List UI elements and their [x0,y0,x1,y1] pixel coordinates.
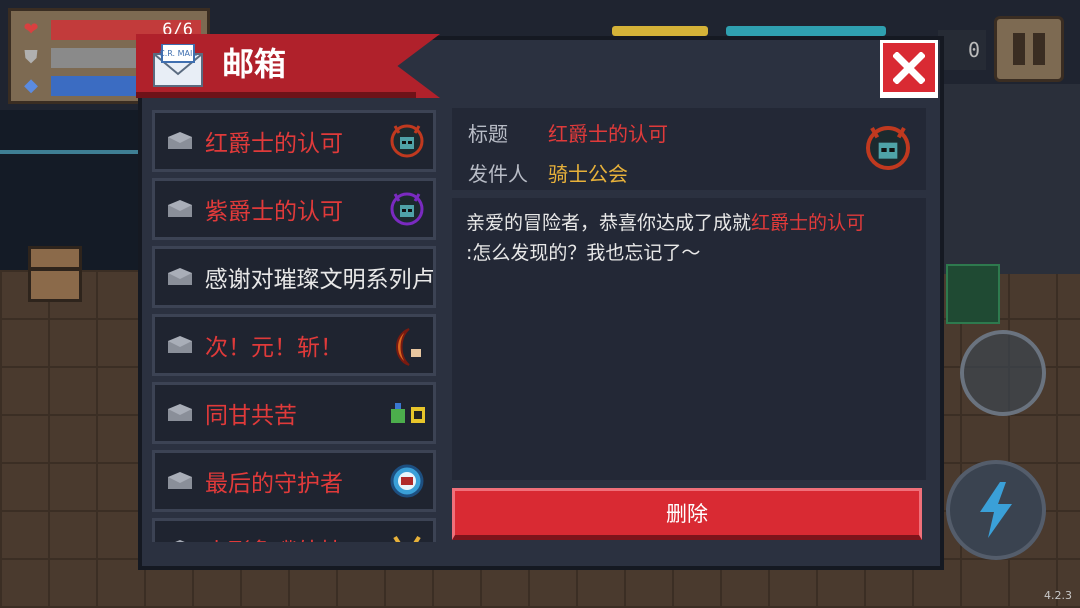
mail-body-text: 亲爱的冒险者，恭喜你达成了成就红爵士的认可 :怎么发现的？我也忘记了～ [466,208,916,268]
envelope-icon [155,336,205,354]
envelope-icon [155,132,205,150]
pause-button[interactable] [994,16,1064,82]
boss-bar-cyan [726,26,886,36]
mail-item-title: 紫爵士的认可 [205,199,343,225]
version-label: 4.2.3 [1044,589,1072,602]
mail-item[interactable]: 紫爵士的认可 [152,178,436,240]
title-label: 标题 [468,122,508,146]
mail-item[interactable]: 感谢对璀璨文明系列卢 [152,246,436,308]
banner-shadow [136,92,416,98]
mail-item-title: 感谢对璀璨文明系列卢 [204,267,433,293]
mail-item[interactable]: 红爵士的认可 [152,110,436,172]
mail-item[interactable]: 次！元！斩！ [152,314,436,376]
pause-icon-bar [1033,33,1045,65]
horns-icon [389,531,425,542]
body-suffix: :怎么发现的？我也忘记了～ [466,242,701,264]
mail-item-title: 最后的守护者 [205,471,343,497]
lightning-icon [980,482,1012,538]
wall-light [0,150,140,154]
mail-envelope-icon: C.R. MAIL [152,43,204,88]
mail-item-title: 红爵士的认可 [205,131,343,157]
red-knight-helmet-icon [864,124,912,176]
envelope-icon [155,540,205,542]
envelope-icon [155,268,205,286]
skill-button[interactable] [946,460,1046,560]
crescent-blade-icon [389,327,425,366]
mail-detail-body: 亲爱的冒险者，恭喜你达成了成就红爵士的认可 :怎么发现的？我也忘记了～ [452,198,926,480]
red-knight-helmet-icon [389,123,425,159]
diamond-icon: ◆ [24,75,38,96]
pause-icon [1013,33,1025,65]
body-prefix: 亲爱的冒险者，恭喜你达成了成就 [466,212,752,234]
close-button[interactable] [880,40,938,98]
side-structure [940,84,1080,274]
mail-detail-header: 标题 红爵士的认可 发件人 骑士公会 [452,108,926,190]
purple-knight-helmet-icon [389,191,425,227]
dialog-title: 邮箱 [222,45,287,83]
pets-icon [389,395,425,431]
close-icon [893,51,925,84]
envelope-icon [155,404,205,422]
boss-bar-yellow [612,26,708,36]
delete-button[interactable]: 删除 [452,488,922,540]
shield-icon: ⛊ [24,47,38,68]
mail-item-title: 同甘共苦 [205,403,297,429]
mail-item[interactable]: 小形象嘴外挂 [152,518,436,542]
green-vending-machine [946,264,1000,324]
guardian-orb-icon [389,463,425,499]
mail-item[interactable]: 同甘共苦 [152,382,436,444]
sender-value: 骑士公会 [548,162,628,186]
weapon-button[interactable] [960,330,1046,416]
mail-item-title: 小形象嘴外挂 [205,532,385,542]
body-highlight: 红爵士的认可 [751,212,866,234]
treasure-chest [28,246,82,302]
mail-item-title: 次！元！斩！ [205,335,343,361]
sender-label: 发件人 [468,162,528,186]
mail-item[interactable]: 最后的守护者 [152,450,436,512]
heart-icon: ❤ [23,19,39,40]
title-value: 红爵士的认可 [548,122,668,146]
envelope-icon [155,200,205,218]
envelope-icon [155,472,205,490]
svg-text:C.R. MAIL: C.R. MAIL [159,49,197,58]
coin-counter: 0 [938,30,986,70]
mail-list[interactable]: 红爵士的认可 紫爵士的认可 感谢对璀璨文明系列卢 次！元！斩！ 同甘共苦 最后的… [152,106,440,542]
